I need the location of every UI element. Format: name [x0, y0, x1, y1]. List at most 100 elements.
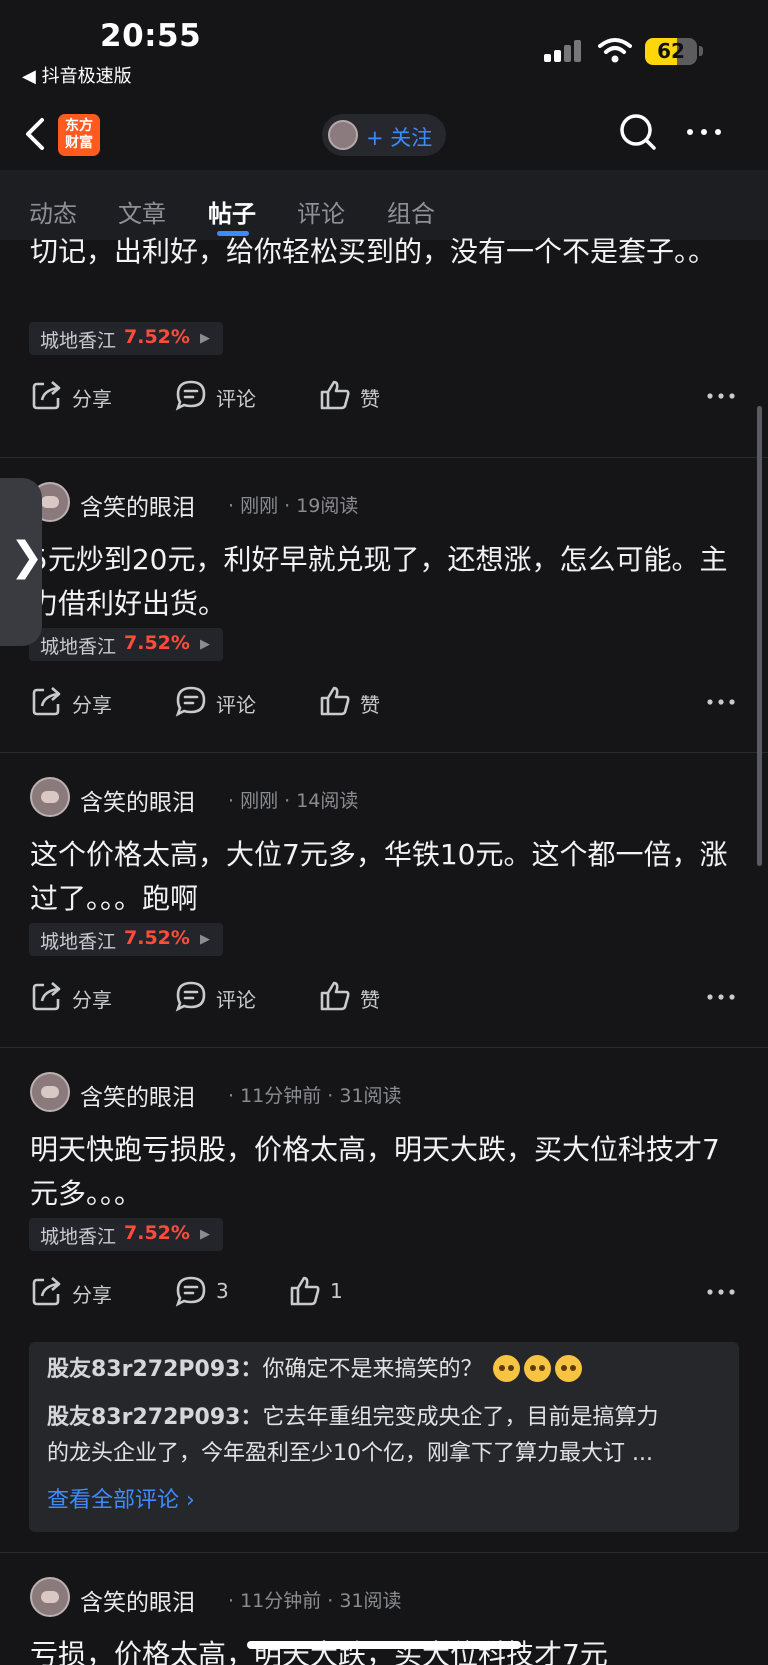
author-name[interactable]: 含笑的眼泪 [80, 1583, 195, 1617]
stock-change: 7.52% [124, 927, 190, 949]
post-actions: 分享 评论 赞 [30, 376, 740, 416]
post-text[interactable]: 亏损，价格太高，明天大跌，买大位科技才7元 [30, 1633, 740, 1665]
comment-item: 的龙头企业了，今年盈利至少10个亿，刚拿下了算力最大订 ... [47, 1436, 727, 1472]
app-logo-line2: 财富 [65, 135, 93, 151]
thumbs-up-icon [320, 380, 350, 410]
scrollbar[interactable] [757, 406, 762, 866]
more-icon[interactable] [706, 993, 736, 1001]
like-label: 赞 [360, 988, 380, 1012]
avatar[interactable] [30, 777, 70, 817]
comment-count: 3 [216, 1279, 229, 1303]
like-count: 1 [330, 1279, 343, 1303]
more-icon[interactable] [706, 698, 736, 706]
post-text[interactable]: 这个价格太高，大位7元多，华铁10元。这个都一倍，涨过了。。。跑啊 [30, 833, 740, 921]
comment-label: 评论 [216, 988, 256, 1012]
stock-change: 7.52% [124, 1222, 190, 1244]
status-bar: 20:55 ◀ 抖音极速版 62 [0, 0, 768, 100]
tab-dynamics[interactable]: 动态 [29, 194, 77, 229]
follow-label: + 关注 [366, 126, 433, 150]
comment-icon [175, 1276, 206, 1307]
play-arrow-icon: ▶ [200, 932, 210, 947]
post-header[interactable]: 含笑的眼泪 · 刚刚 · 14阅读 [30, 777, 730, 819]
stock-name: 城地香江 [40, 931, 117, 953]
battery-icon: 62 [645, 38, 697, 65]
home-indicator[interactable] [247, 1641, 521, 1649]
share-icon [32, 1277, 61, 1306]
stock-tag[interactable]: 城地香江 7.52% ▶ [29, 923, 223, 956]
play-arrow-icon: ▶ [200, 1227, 210, 1242]
post-actions: 分享 评论 赞 [30, 682, 740, 722]
post-text[interactable]: 5元炒到20元，利好早就兑现了，还想涨，怎么可能。主力借利好出货。 [30, 538, 740, 626]
follow-button[interactable]: + 关注 [322, 114, 446, 156]
stock-name: 城地香江 [40, 1226, 117, 1248]
author-name[interactable]: 含笑的眼泪 [80, 1078, 195, 1112]
share-icon [32, 381, 61, 410]
comment-text: 它去年重组完变成央企了，目前是搞算力 [262, 1405, 659, 1430]
tab-posts[interactable]: 帖子 [208, 194, 256, 229]
comment-user[interactable]: 股友83r272P093： [47, 1405, 262, 1430]
post-header[interactable]: 含笑的眼泪 · 刚刚 · 19阅读 [30, 482, 730, 524]
share-label: 分享 [72, 1283, 112, 1307]
post-text[interactable]: 明天快跑亏损股，价格太高，明天大跌，买大位科技才7元多。。。 [30, 1128, 740, 1216]
thumbs-up-icon [320, 686, 350, 716]
stock-change: 7.52% [124, 326, 190, 348]
author-name[interactable]: 含笑的眼泪 [80, 488, 195, 522]
avatar[interactable] [30, 1072, 70, 1112]
more-icon[interactable] [706, 392, 736, 400]
comment-text: 你确定不是来搞笑的？ [262, 1357, 483, 1382]
battery-percent: 62 [657, 39, 685, 63]
play-arrow-icon: ▶ [200, 637, 210, 652]
share-icon [32, 982, 61, 1011]
share-label: 分享 [72, 387, 112, 411]
post-card: 含笑的眼泪 · 刚刚 · 19阅读 5元炒到20元，利好早就兑现了，还想涨，怎么… [0, 457, 768, 752]
post-header[interactable]: 含笑的眼泪 · 11分钟前 · 31阅读 [30, 1072, 730, 1114]
comment-item: 股友83r272P093：它去年重组完变成央企了，目前是搞算力 [47, 1400, 727, 1436]
post-card: 切记，出利好，给你轻松买到的，没有一个不是套子。。 城地香江 7.52% ▶ 分… [0, 230, 768, 433]
comment-preview[interactable]: 股友83r272P093：你确定不是来搞笑的？ 股友83r272P093：它去年… [29, 1342, 739, 1532]
post-meta: · 刚刚 · 14阅读 [228, 790, 359, 812]
back-arrow-icon[interactable] [22, 114, 52, 154]
stock-tag[interactable]: 城地香江 7.52% ▶ [29, 322, 223, 355]
stock-name: 城地香江 [40, 636, 117, 658]
post-actions: 分享 评论 赞 [30, 977, 740, 1017]
comment-label: 评论 [216, 387, 256, 411]
search-icon[interactable] [618, 112, 658, 152]
comment-text: 的龙头企业了，今年盈利至少10个亿，刚拿下了算力最大订 ... [47, 1441, 653, 1466]
emoji-icon [524, 1355, 552, 1382]
post-text[interactable]: 切记，出利好，给你轻松买到的，没有一个不是套子。。 [30, 230, 740, 274]
comment-icon [175, 686, 206, 717]
play-arrow-icon: ▶ [200, 331, 210, 346]
chevron-right-icon: ❯ [10, 534, 44, 580]
back-to-app-link[interactable]: ◀ 抖音极速版 [22, 62, 132, 88]
thumbs-up-icon [290, 1276, 320, 1306]
like-label: 赞 [360, 387, 380, 411]
stock-tag[interactable]: 城地香江 7.52% ▶ [29, 1218, 223, 1251]
app-logo: 东方 财富 [58, 114, 100, 156]
post-actions: 分享 3 1 [30, 1272, 740, 1312]
stock-change: 7.52% [124, 632, 190, 654]
author-name[interactable]: 含笑的眼泪 [80, 783, 195, 817]
comment-user[interactable]: 股友83r272P093： [47, 1357, 262, 1382]
battery-cap [699, 46, 703, 56]
side-drawer-handle[interactable]: ❯ [0, 478, 44, 646]
cellular-signal-icon [544, 40, 584, 62]
view-all-comments-link[interactable]: 查看全部评论 › [47, 1482, 195, 1514]
status-time: 20:55 [100, 18, 202, 54]
comment-label: 评论 [216, 693, 256, 717]
tab-articles[interactable]: 文章 [118, 194, 166, 229]
post-card: 含笑的眼泪 · 11分钟前 · 31阅读 明天快跑亏损股，价格太高，明天大跌，买… [0, 1047, 768, 1552]
more-icon[interactable] [706, 1288, 736, 1296]
stock-tag[interactable]: 城地香江 7.52% ▶ [29, 628, 223, 661]
tab-portfolio[interactable]: 组合 [387, 194, 435, 229]
emoji-icon [555, 1355, 583, 1382]
avatar[interactable] [30, 1577, 70, 1617]
post-header[interactable]: 含笑的眼泪 · 11分钟前 · 31阅读 [30, 1577, 730, 1619]
share-label: 分享 [72, 988, 112, 1012]
wifi-icon [598, 38, 632, 63]
tab-comments[interactable]: 评论 [297, 194, 345, 229]
stock-name: 城地香江 [40, 330, 117, 352]
more-options-icon[interactable] [684, 122, 724, 142]
post-meta: · 11分钟前 · 31阅读 [228, 1590, 402, 1612]
post-meta: · 刚刚 · 19阅读 [228, 495, 359, 517]
share-label: 分享 [72, 693, 112, 717]
